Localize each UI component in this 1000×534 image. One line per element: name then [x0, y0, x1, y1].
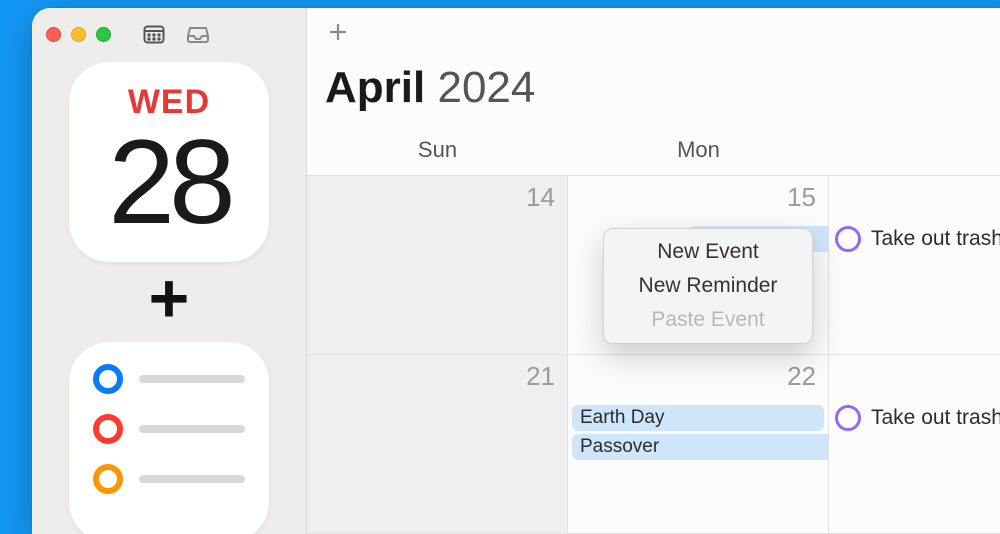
placeholder-line	[139, 425, 245, 433]
circle-icon	[93, 414, 123, 444]
reminder-item[interactable]: Take out trash	[829, 405, 1000, 431]
event-label: Passover	[580, 436, 659, 458]
day-number: 22	[787, 361, 816, 392]
window-minimize-button[interactable]	[71, 27, 86, 42]
main-toolbar	[307, 8, 1000, 57]
month-heading: April 2024	[307, 57, 1000, 133]
inbox-toolbar-button[interactable]	[181, 21, 215, 47]
day-cell-tue[interactable]: Take out trash	[829, 355, 1000, 533]
year-label: 2024	[437, 63, 535, 112]
circle-icon	[835, 226, 861, 252]
weekday-header-sun: Sun	[307, 133, 568, 175]
reminder-label: Take out trash	[871, 227, 1000, 251]
menu-item-new-event[interactable]: New Event	[610, 235, 806, 269]
reminders-app-tile[interactable]	[69, 342, 269, 534]
reminder-item[interactable]: Take out trash	[829, 226, 1000, 252]
placeholder-line	[139, 475, 245, 483]
weekday-header-mon: Mon	[568, 133, 829, 175]
menu-item-paste-event: Paste Event	[610, 303, 806, 337]
week-row: 21 22 Earth Day Passover Take out trash	[307, 355, 1000, 534]
day-cell-mon[interactable]: 22 Earth Day Passover	[568, 355, 829, 533]
list-item	[93, 364, 245, 394]
app-window: WED 28 +	[32, 8, 1000, 534]
day-cell-sun[interactable]: 21	[307, 355, 568, 533]
combine-plus-icon: +	[46, 268, 292, 328]
circle-icon	[93, 364, 123, 394]
context-menu: New Event New Reminder Paste Event	[603, 228, 813, 344]
day-number: 15	[787, 182, 816, 213]
plus-icon	[327, 21, 349, 43]
window-traffic-lights	[46, 27, 111, 42]
window-titlebar	[46, 20, 292, 48]
circle-icon	[93, 464, 123, 494]
circle-icon	[835, 405, 861, 431]
day-number: 14	[526, 182, 555, 213]
window-zoom-button[interactable]	[96, 27, 111, 42]
list-item	[93, 414, 245, 444]
day-cell-tue[interactable]: Take out trash	[829, 176, 1000, 354]
reminder-label: Take out trash	[871, 406, 1000, 430]
window-close-button[interactable]	[46, 27, 61, 42]
event-bar[interactable]: Passover	[572, 434, 828, 460]
inbox-icon	[186, 25, 210, 43]
menu-item-new-reminder[interactable]: New Reminder	[610, 269, 806, 303]
month-label: April	[325, 63, 425, 112]
calendar-icon	[143, 24, 165, 44]
calendar-tile-day: 28	[108, 122, 229, 242]
weekday-header-tue	[829, 133, 1000, 175]
new-event-button[interactable]	[323, 17, 353, 47]
list-item	[93, 464, 245, 494]
sidebar: WED 28 +	[32, 8, 307, 534]
weekday-header-row: Sun Mon	[307, 133, 1000, 176]
day-number: 21	[526, 361, 555, 392]
event-bar[interactable]: Earth Day	[572, 405, 824, 431]
calendar-app-tile[interactable]: WED 28	[69, 62, 269, 262]
day-cell-sun[interactable]: 14	[307, 176, 568, 354]
calendar-toolbar-button[interactable]	[137, 21, 171, 47]
calendar-main: April 2024 Sun Mon 14 15 Take out trash	[307, 8, 1000, 534]
event-label: Earth Day	[580, 407, 664, 429]
placeholder-line	[139, 375, 245, 383]
